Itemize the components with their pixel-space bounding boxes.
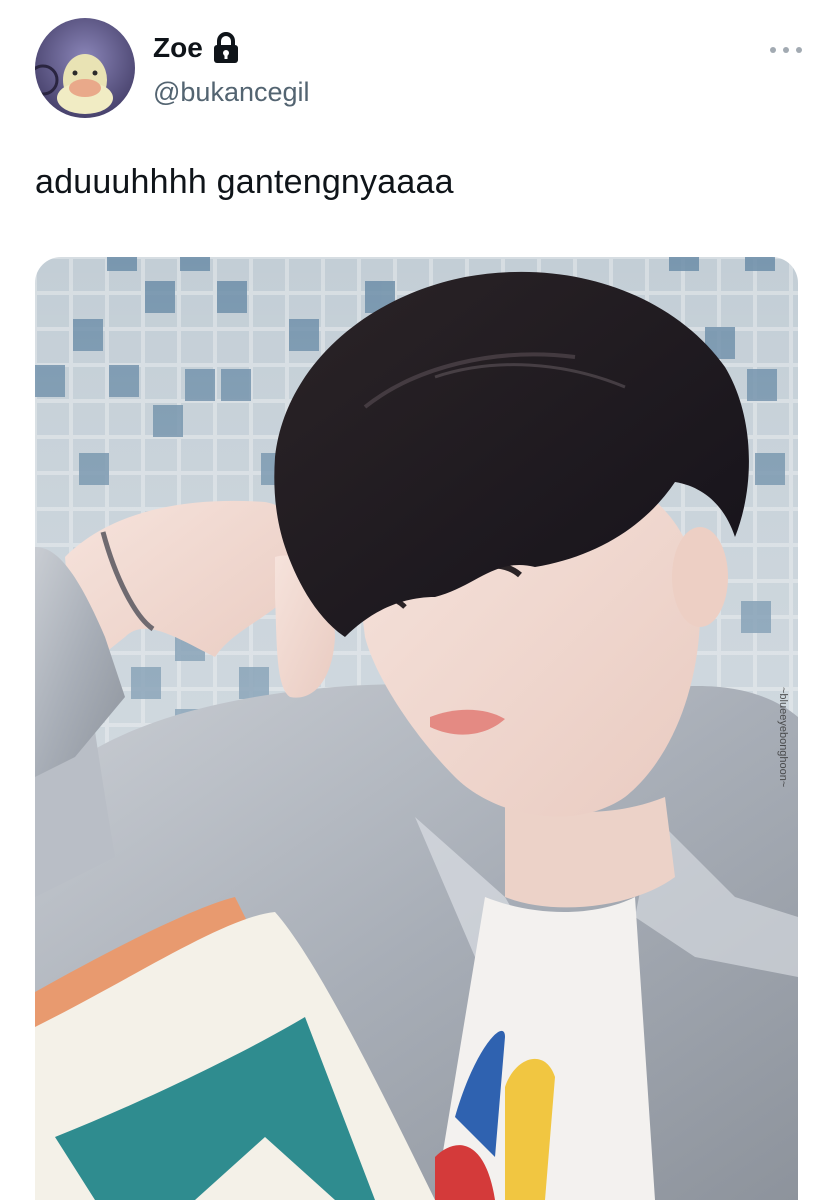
author-display-name[interactable]: Zoe [153,32,203,64]
svg-text:~blueeyebonghoon~: ~blueeyebonghoon~ [777,687,789,787]
more-icon [770,47,776,53]
tweet-text: aduuuhhhh gantengnyaaaa [35,163,454,201]
author-name-row: Zoe [153,32,239,64]
photo-image: ~blueeyebonghoon~ [35,257,798,1200]
avatar[interactable] [35,18,135,118]
author-handle[interactable]: @bukancegil [153,77,310,108]
lock-icon [213,32,239,64]
more-options-button[interactable] [770,40,802,60]
duck-avatar-icon [35,18,135,118]
tweet-photo[interactable]: ~blueeyebonghoon~ [35,257,798,1200]
